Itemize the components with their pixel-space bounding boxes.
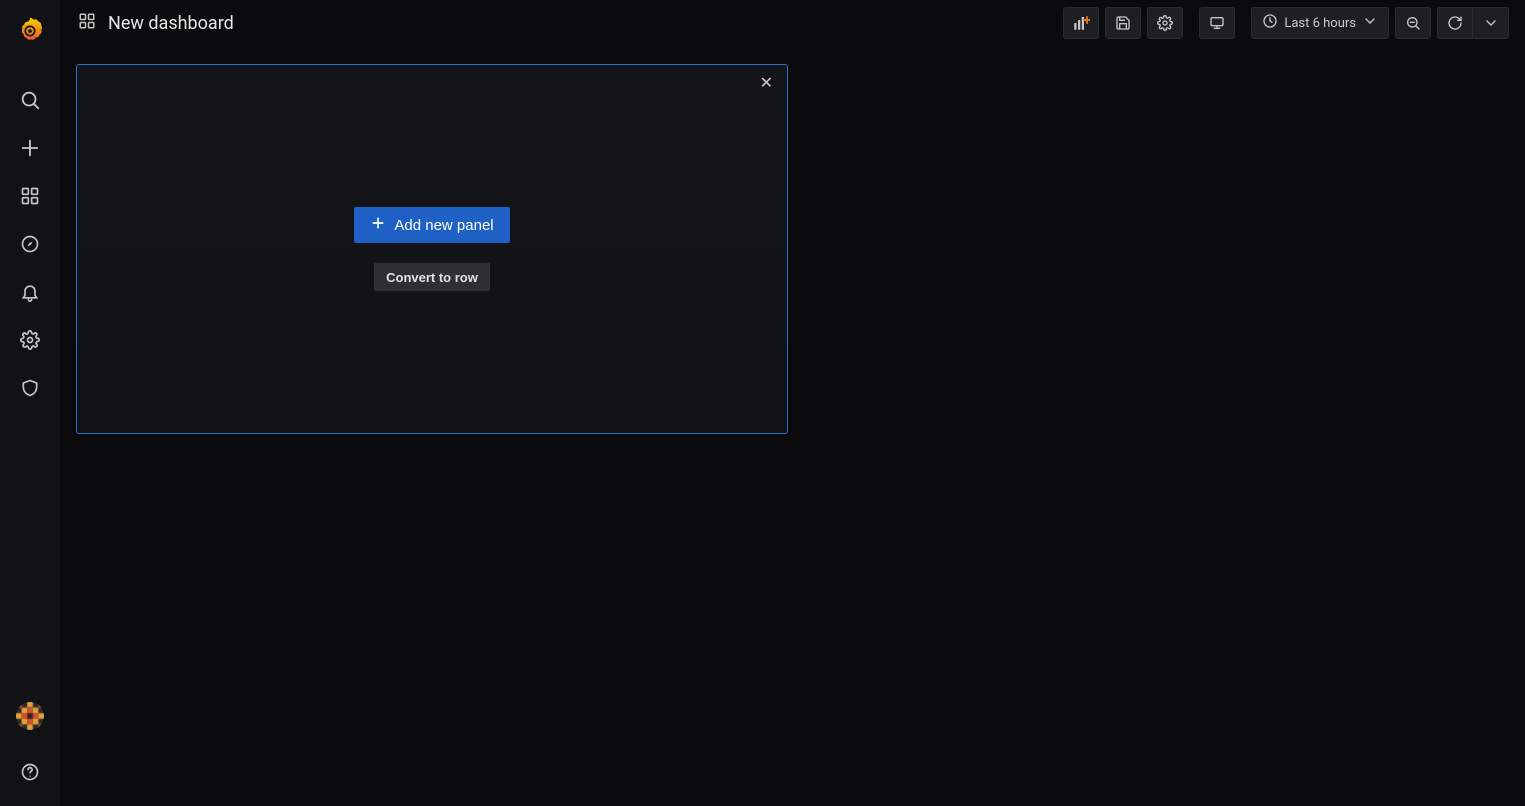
panel-add-icon[interactable] (1063, 7, 1099, 39)
convert-to-row-button[interactable]: Convert to row (374, 263, 490, 291)
search-minus-icon[interactable] (1395, 7, 1431, 39)
close-icon[interactable]: ✕ (760, 75, 773, 91)
page-title[interactable]: New dashboard (108, 13, 234, 34)
convert-to-row-label: Convert to row (386, 270, 478, 285)
sync-icon[interactable] (1437, 7, 1473, 39)
gear-icon[interactable] (10, 320, 50, 360)
toolbar: Last 6 hours (1063, 7, 1509, 39)
time-range-picker[interactable]: Last 6 hours (1251, 7, 1389, 39)
apps-icon[interactable] (10, 176, 50, 216)
bell-icon[interactable] (10, 272, 50, 312)
save-icon[interactable] (1105, 7, 1141, 39)
side-nav (0, 0, 60, 806)
add-panel-placeholder: ✕ Add new panel Convert to row (76, 64, 788, 434)
user-avatar[interactable] (16, 702, 44, 730)
shield-icon[interactable] (10, 368, 50, 408)
monitor-icon[interactable] (1199, 7, 1235, 39)
breadcrumb: New dashboard (78, 12, 234, 34)
grafana-logo-icon[interactable] (14, 14, 46, 46)
time-range-label: Last 6 hours (1284, 16, 1356, 31)
plus-icon (370, 215, 386, 235)
plus-icon[interactable] (10, 128, 50, 168)
question-circle-icon[interactable] (10, 752, 50, 792)
dashboard-canvas: ✕ Add new panel Convert to row (60, 46, 1525, 806)
add-new-panel-label: Add new panel (394, 217, 493, 234)
compass-icon[interactable] (10, 224, 50, 264)
apps-icon[interactable] (78, 12, 96, 34)
refresh-interval-dropdown[interactable] (1473, 7, 1509, 39)
clock-icon (1262, 13, 1278, 33)
search-icon[interactable] (10, 80, 50, 120)
top-bar: New dashboard Last 6 hours (60, 0, 1525, 46)
chevron-down-icon (1362, 13, 1378, 33)
add-new-panel-button[interactable]: Add new panel (354, 207, 509, 243)
gear-icon[interactable] (1147, 7, 1183, 39)
